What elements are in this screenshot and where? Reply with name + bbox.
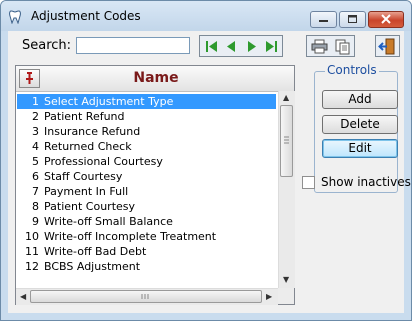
close-icon [381,14,391,24]
row-number: 10 [25,230,39,243]
close-button[interactable] [368,11,404,28]
row-number: 12 [25,260,39,273]
print-toolbar [306,35,355,57]
row-name: Payment In Full [44,185,129,198]
table-row[interactable]: 7 Payment In Full [17,184,276,199]
adjustment-codes-window: Adjustment Codes Search: Name 1 Select A… [0,0,412,321]
window-title: Adjustment Codes [31,9,141,23]
row-number: 4 [32,140,39,153]
row-number: 8 [32,200,39,213]
row-name: Select Adjustment Type [44,95,174,108]
minimize-button[interactable] [310,11,337,28]
search-input[interactable] [76,37,190,54]
row-name: Patient Courtesy [44,200,136,213]
window-client-area: Search: Name 1 Select Adjustment Type 2 … [8,31,411,313]
sort-pin-icon [26,72,33,84]
title-bar[interactable]: Adjustment Codes [1,1,411,31]
record-navigation-toolbar [199,35,283,57]
vertical-scroll-thumb[interactable] [280,105,293,177]
search-label: Search: [22,38,72,53]
grip-icon [284,136,289,144]
row-number: 9 [32,215,39,228]
add-button-label: Add [348,92,372,106]
row-name: Returned Check [44,140,132,153]
app-tooth-icon [9,10,21,24]
table-row[interactable]: 5 Professional Courtesy [17,154,276,169]
table-row[interactable]: 12 BCBS Adjustment [17,259,276,274]
scroll-right-arrow-icon[interactable]: ▶ [266,293,272,301]
exit-door-icon[interactable] [377,38,398,55]
edit-button-label: Edit [348,141,372,155]
grip-icon [141,294,149,299]
table-row[interactable]: 3 Insurance Refund [17,124,276,139]
scroll-down-arrow-icon[interactable]: ▼ [283,276,289,284]
show-inactives-label: Show inactives [321,175,411,189]
first-record-button[interactable] [202,38,221,55]
table-row[interactable]: 4 Returned Check [17,139,276,154]
table-row[interactable]: 11 Write-off Bad Debt [17,244,276,259]
grid-header: Name [16,66,294,92]
row-number: 1 [32,95,39,108]
adjustment-codes-grid[interactable]: Name 1 Select Adjustment Type 2 Patient Re… [15,65,295,305]
table-row[interactable]: 6 Staff Courtesy [17,169,276,184]
horizontal-scroll-thumb[interactable] [30,290,262,303]
column-header-name[interactable]: Name [106,70,206,86]
table-row[interactable]: 9 Write-off Small Balance [17,214,276,229]
horizontal-scrollbar[interactable]: ◀ ▶ [16,288,278,305]
edit-button[interactable]: Edit [322,139,398,158]
row-number: 3 [32,125,39,138]
minimize-icon [319,20,328,22]
controls-legend: Controls [325,63,379,77]
table-row[interactable]: 8 Patient Courtesy [17,199,276,214]
scrollbar-corner [278,288,294,304]
table-row[interactable]: 10 Write-off Incomplete Treatment [17,229,276,244]
maximize-icon [348,15,357,23]
add-button[interactable]: Add [322,90,398,109]
scroll-left-arrow-icon[interactable]: ◀ [20,293,26,301]
copy-report-icon[interactable] [332,38,353,55]
row-name: Write-off Small Balance [44,215,173,228]
row-name: Patient Refund [44,110,125,123]
row-number: 5 [32,155,39,168]
vertical-scrollbar[interactable]: ▲ ▼ [278,91,295,288]
row-name: Insurance Refund [44,125,141,138]
previous-record-button[interactable] [222,38,241,55]
last-record-button[interactable] [262,38,281,55]
row-number: 7 [32,185,39,198]
delete-button-label: Delete [340,117,380,131]
row-name: Staff Courtesy [44,170,123,183]
row-name: Write-off Bad Debt [44,245,147,258]
scroll-up-arrow-icon[interactable]: ▲ [283,94,289,102]
row-number: 2 [32,110,39,123]
delete-button[interactable]: Delete [322,115,398,134]
row-name: Professional Courtesy [44,155,163,168]
exit-toolbar [375,35,400,57]
row-number: 11 [25,245,39,258]
table-row[interactable]: 1 Select Adjustment Type [17,94,276,109]
show-inactives-checkbox[interactable] [302,176,315,189]
sort-toggle-button[interactable] [19,69,40,88]
row-name: Write-off Incomplete Treatment [44,230,217,243]
next-record-button[interactable] [242,38,261,55]
print-icon[interactable] [309,38,330,55]
maximize-button[interactable] [339,11,366,28]
row-name: BCBS Adjustment [44,260,141,273]
row-number: 6 [32,170,39,183]
table-row[interactable]: 2 Patient Refund [17,109,276,124]
